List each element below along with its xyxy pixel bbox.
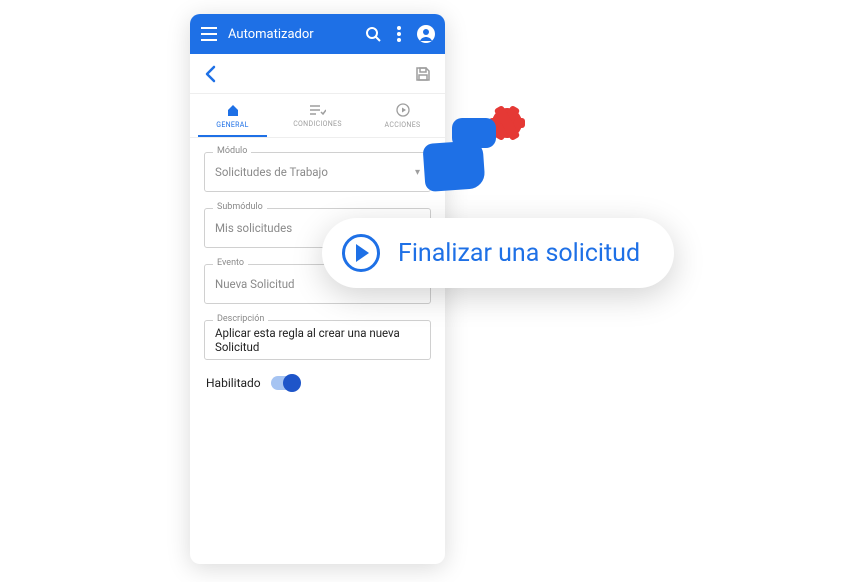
sub-bar: [190, 54, 445, 94]
field-label: Descripción: [213, 314, 268, 324]
field-value: Solicitudes de Trabajo: [215, 165, 415, 179]
field-label: Submódulo: [213, 202, 267, 212]
field-label: Evento: [213, 258, 248, 268]
phone-frame: Automatizador GENERAL: [190, 14, 445, 564]
habilitado-toggle[interactable]: [271, 376, 299, 390]
tab-label: GENERAL: [216, 121, 248, 129]
play-circle-icon: [396, 103, 410, 119]
app-bar: Automatizador: [190, 14, 445, 54]
callout-text: Finalizar una solicitud: [398, 239, 640, 268]
tab-label: ACCIONES: [385, 121, 421, 129]
menu-icon[interactable]: [200, 27, 218, 41]
tab-general[interactable]: GENERAL: [190, 94, 275, 137]
search-icon[interactable]: [365, 26, 381, 42]
app-title: Automatizador: [228, 27, 365, 42]
checklist-icon: [310, 104, 326, 118]
more-icon[interactable]: [397, 26, 401, 42]
back-button[interactable]: [204, 65, 218, 83]
field-value: Aplicar esta regla al crear una nueva So…: [215, 326, 420, 354]
tab-condiciones[interactable]: CONDICIONES: [275, 94, 360, 137]
field-label: Módulo: [213, 146, 251, 156]
action-callout[interactable]: Finalizar una solicitud: [322, 218, 674, 288]
habilitado-toggle-row: Habilitado: [204, 376, 431, 390]
chevron-down-icon: ▾: [415, 167, 420, 178]
save-icon[interactable]: [415, 66, 431, 82]
robot-illustration: [424, 108, 534, 198]
profile-icon[interactable]: [417, 25, 435, 43]
tab-label: CONDICIONES: [293, 120, 342, 128]
tabs: GENERAL CONDICIONES ACCIONES: [190, 94, 445, 138]
descripcion-input[interactable]: Descripción Aplicar esta regla al crear …: [204, 320, 431, 360]
toggle-label: Habilitado: [206, 376, 261, 390]
play-icon: [342, 234, 380, 272]
home-icon: [226, 103, 240, 119]
modulo-select[interactable]: Módulo Solicitudes de Trabajo ▾: [204, 152, 431, 192]
